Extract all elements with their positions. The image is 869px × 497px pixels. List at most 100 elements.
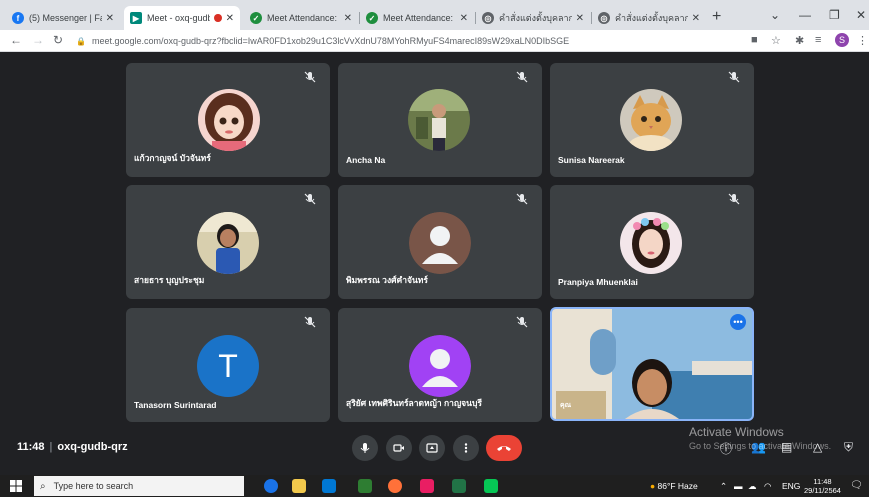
taskbar-search-input[interactable]: ⌕ Type here to search [34,476,244,496]
profile-avatar[interactable]: S [835,33,849,47]
close-icon[interactable]: ✕ [226,13,234,24]
back-icon[interactable]: ← [10,33,22,47]
edge-icon[interactable] [264,479,278,493]
camera-indicator-icon[interactable]: ■ [751,34,758,46]
more-vert-icon [464,443,468,453]
excel-icon[interactable] [452,479,466,493]
participant-photo [408,89,470,151]
participant-name: แก้วกาญจน์ บัวจันทร์ [134,153,211,163]
participant-name: สุริยัศ เทพศิรินทร์ลาดหญ้า กาญจนบุรี [346,398,482,408]
participant-tile[interactable]: สายธาร บุญประชุม [126,185,330,299]
participant-tile[interactable]: Sunisa Nareerak [550,63,754,177]
globe-icon: ◎ [598,12,610,24]
line-icon[interactable] [484,479,498,493]
tab-attendance-1[interactable]: ✓ Meet Attendance: More ✕ [244,6,358,30]
restore-icon[interactable]: ❐ [829,8,840,22]
url-text: meet.google.com/oxq-gudb-qrz?fbclid=IwAR… [91,36,570,46]
language-indicator[interactable]: ENG [782,481,800,491]
weather-widget[interactable]: ● 86°F Haze [650,481,698,491]
camera-icon [393,444,404,452]
mic-off-icon [728,193,740,205]
tab-doc-2[interactable]: ◎ คำสั่งแต่งตั้งบุคลากร 2 ลงวันที่ ✕ [476,6,590,30]
file-explorer-icon[interactable] [292,479,306,493]
tab-meet[interactable]: ▶ Meet - oxq-gudb-qrz ✕ [124,6,240,30]
participant-tile[interactable]: พิมพรรณ วงศ์คำจันทร์ [338,185,542,299]
close-icon[interactable]: ✕ [106,13,114,24]
self-video-tile[interactable]: ••• คุณ [550,307,754,421]
present-screen-button[interactable] [419,435,445,461]
participant-tile[interactable]: Pranpiya Mhuenklai [550,185,754,299]
letter-avatar: T [197,335,259,397]
tab-title: Meet Attendance: More [267,13,340,23]
mic-toggle-button[interactable] [352,435,378,461]
participant-tile[interactable]: สุริยัศ เทพศิรินทร์ลาดหญ้า กาญจนบุรี [338,308,542,422]
tab-doc-3[interactable]: ◎ คำสั่งแต่งตั้งบุคลากร 3 ลงวันที่ ✕ [592,6,706,30]
mic-off-icon [728,71,740,83]
end-call-button[interactable] [486,435,522,461]
firefox-icon[interactable] [388,479,402,493]
system-clock[interactable]: 11:48 29/11/2564 [804,477,841,495]
present-icon [426,443,438,453]
mic-off-icon [304,316,316,328]
participant-name: สายธาร บุญประชุม [134,275,205,285]
store-icon[interactable] [358,479,372,493]
address-bar[interactable]: 🔒 meet.google.com/oxq-gudb-qrz?fbclid=Iw… [76,32,736,50]
participant-name: พิมพรรณ วงศ์คำจันทร์ [346,275,428,285]
search-icon: ⌕ [40,480,46,492]
windows-start-icon[interactable] [10,480,22,492]
participant-tile[interactable]: Ancha Na [338,63,542,177]
minimize-icon[interactable]: — [799,8,811,22]
cloud-icon[interactable]: ☁ [748,481,757,492]
notifications-icon[interactable]: 🗨 [850,480,863,491]
camera-toggle-button[interactable] [386,435,412,461]
participant-tile[interactable]: แก้วกาญจน์ บัวจันทร์ [126,63,330,177]
globe-icon: ◎ [482,12,494,24]
activate-windows-title: Activate Windows [689,425,784,439]
default-avatar-icon [409,335,471,397]
close-icon[interactable]: ✕ [576,13,584,24]
bookmark-star-icon[interactable]: ☆ [771,34,781,47]
tab-title: คำสั่งแต่งตั้งบุคลากร 2 ลงวันที่ [499,13,572,23]
mail-icon[interactable] [322,479,336,493]
tab-title: (5) Messenger | Facebook [29,13,102,23]
mic-off-icon [516,193,528,205]
tray-chevron-icon[interactable]: ⌃ [720,481,727,492]
reading-list-icon[interactable]: ≡ [815,34,821,46]
forward-icon[interactable]: → [32,33,44,47]
attendance-icon: ✓ [250,12,262,24]
participant-photo [620,212,682,274]
mic-icon [360,443,370,453]
default-avatar-icon [409,212,471,274]
participant-name: Tanasorn Surintarad [134,400,217,410]
clock-date: 29/11/2564 [804,486,841,495]
mic-off-icon [304,71,316,83]
wifi-icon[interactable]: ◠ [764,481,771,492]
app-icon[interactable] [420,479,434,493]
more-options-icon[interactable]: ••• [730,314,746,330]
tab-title: Meet - oxq-gudb-qrz [147,13,210,23]
reload-icon[interactable]: ↻ [53,33,63,47]
more-options-button[interactable] [453,435,479,461]
tab-attendance-2[interactable]: ✓ Meet Attendance: More ✕ [360,6,474,30]
network-icon[interactable]: ▬ [734,481,743,491]
close-icon[interactable]: ✕ [344,13,352,24]
browser-tab-strip: f (5) Messenger | Facebook ✕ ▶ Meet - ox… [0,0,869,30]
activate-windows-subtitle: Go to Settings to activate Windows. [689,441,832,451]
self-video-feed [552,309,752,419]
search-placeholder: Type here to search [53,481,134,491]
participant-name: Ancha Na [346,155,386,165]
mic-off-icon [304,193,316,205]
meeting-info: 11:48 | oxq-gudb-qrz [17,441,128,453]
close-icon[interactable]: ✕ [460,13,468,24]
participant-tile[interactable]: T Tanasorn Surintarad [126,308,330,422]
mic-off-icon [516,316,528,328]
new-tab-button[interactable]: + [712,8,721,26]
windows-taskbar: ⌕ Type here to search ● 86°F Haze ⌃ ▬ ☁ … [0,475,869,497]
host-controls-icon[interactable]: ⛨ [844,440,860,456]
window-close-icon[interactable]: ✕ [856,8,866,22]
menu-icon[interactable]: ⋮ [857,34,868,47]
tab-search-icon[interactable]: ⌄ [770,8,780,22]
extensions-icon[interactable]: ✱ [795,34,804,47]
close-icon[interactable]: ✕ [692,13,700,24]
tab-messenger[interactable]: f (5) Messenger | Facebook ✕ [6,6,120,30]
